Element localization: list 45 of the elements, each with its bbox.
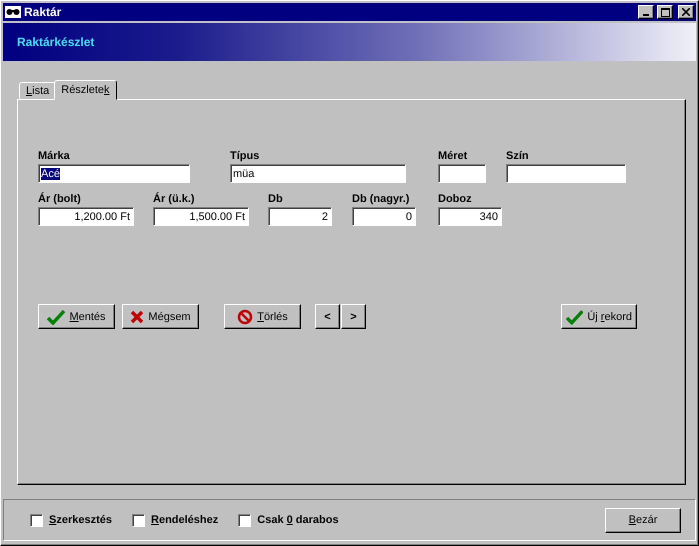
nav-button[interactable]: > bbox=[341, 304, 366, 329]
close-button[interactable] bbox=[678, 5, 694, 19]
tab[interactable]: Lista bbox=[19, 82, 56, 99]
checkmark-icon bbox=[47, 308, 66, 324]
checkbox[interactable] bbox=[238, 514, 252, 526]
minimize-button[interactable] bbox=[638, 5, 654, 19]
glasses-icon bbox=[5, 5, 21, 19]
close-icon bbox=[682, 8, 690, 16]
header-title: Raktárkészlet bbox=[17, 35, 94, 49]
field-label: Db (nagyr.) bbox=[352, 193, 410, 207]
input-field[interactable]: 340 bbox=[438, 207, 502, 226]
action-button[interactable]: Törlés bbox=[224, 304, 301, 329]
checkbox[interactable] bbox=[30, 514, 43, 526]
action-button[interactable]: Új rekord bbox=[561, 304, 637, 329]
field-label: Ár (ü.k.) bbox=[153, 193, 196, 207]
field-label: Márka bbox=[38, 150, 71, 164]
maximize-icon bbox=[660, 8, 670, 16]
checkbox-label: Szerkesztés bbox=[49, 514, 112, 526]
maximize-button[interactable] bbox=[657, 5, 673, 19]
input-field[interactable]: 0 bbox=[352, 207, 416, 226]
input-field[interactable] bbox=[506, 164, 626, 183]
action-button[interactable]: Mégsem bbox=[122, 304, 199, 329]
forbidden-icon bbox=[237, 308, 254, 324]
input-field[interactable]: 2 bbox=[268, 207, 332, 226]
cross-icon bbox=[130, 310, 144, 324]
checkbox-label: Csak 0 darabos bbox=[257, 514, 339, 526]
checkmark-icon bbox=[566, 308, 584, 324]
input-field[interactable]: 1,500.00 Ft bbox=[153, 207, 249, 226]
field-label: Db bbox=[268, 193, 284, 207]
checkbox-label: Rendeléshez bbox=[151, 514, 218, 526]
field-label: Szín bbox=[506, 150, 530, 164]
nav-button[interactable]: < bbox=[315, 304, 340, 329]
field-label: Doboz bbox=[438, 193, 473, 207]
tab[interactable]: Részletek bbox=[54, 80, 117, 100]
checkbox[interactable] bbox=[132, 514, 145, 526]
field-label: Típus bbox=[230, 150, 260, 164]
input-field[interactable] bbox=[438, 164, 486, 183]
input-field[interactable]: müa bbox=[230, 164, 406, 183]
input-field[interactable]: 1,200.00 Ft bbox=[38, 207, 134, 226]
window-title: Raktár bbox=[24, 5, 62, 19]
input-field[interactable]: Acé bbox=[38, 164, 190, 183]
close-dialog-button[interactable]: Bezár bbox=[605, 508, 681, 532]
field-label: Ár (bolt) bbox=[38, 193, 82, 207]
action-button[interactable]: Mentés bbox=[38, 304, 115, 329]
field-label: Méret bbox=[438, 150, 468, 164]
